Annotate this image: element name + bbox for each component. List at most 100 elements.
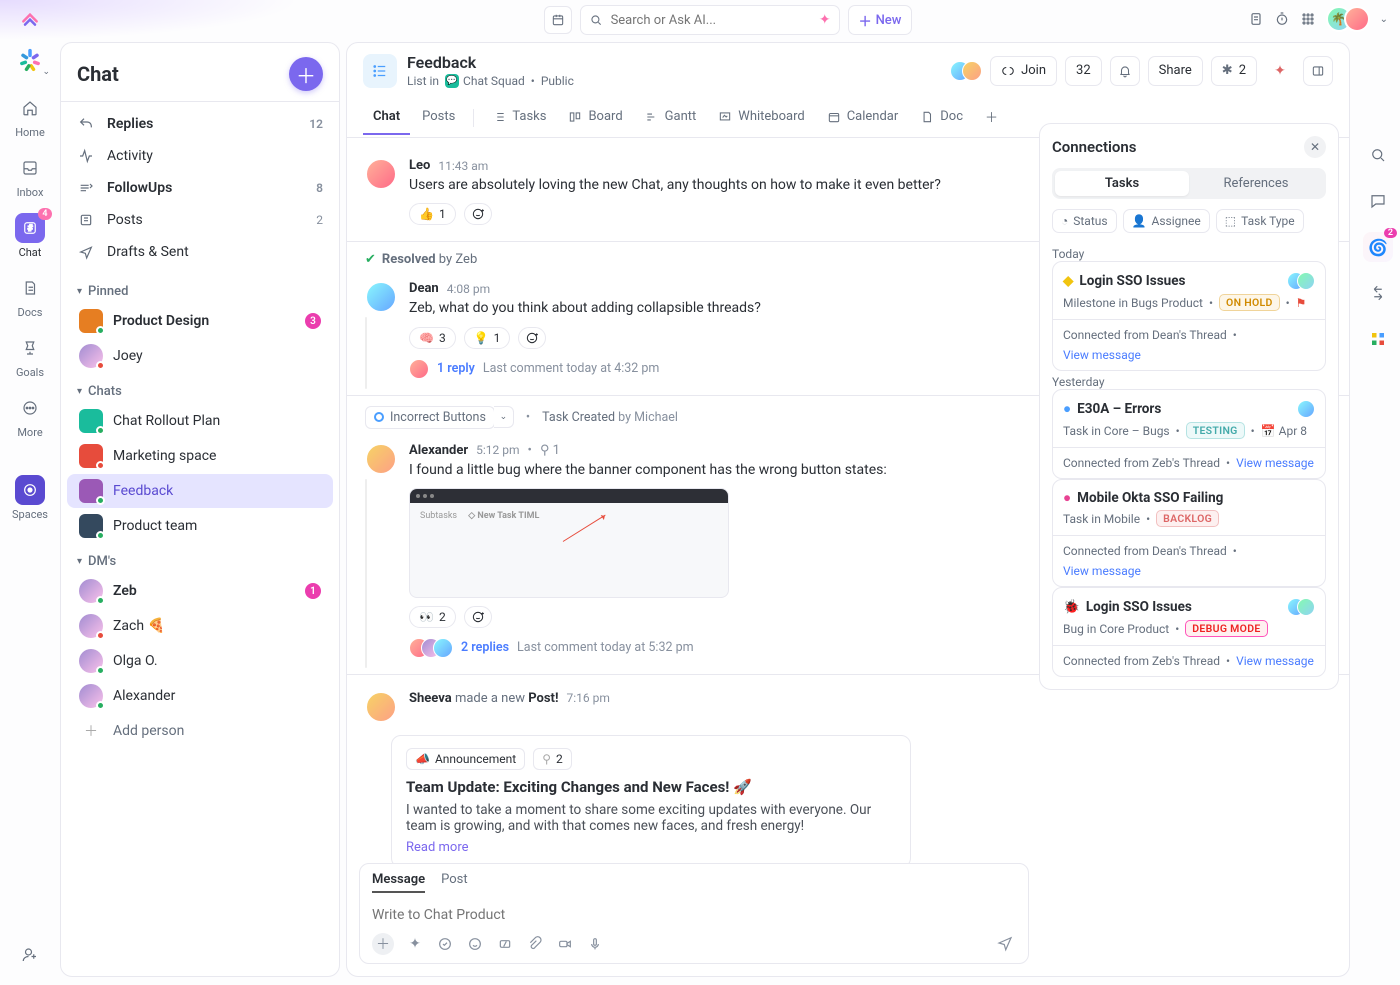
new-chat-button[interactable]: ＋ [289, 57, 323, 91]
view-tab-posts[interactable]: Posts [412, 100, 465, 135]
new-button[interactable]: ＋New [848, 5, 913, 35]
section-dms[interactable]: ▾DM's [61, 544, 339, 573]
add-reaction-icon[interactable] [464, 606, 492, 628]
rail-home[interactable]: Home [6, 86, 54, 146]
connections-tab-references[interactable]: References [1189, 171, 1323, 196]
composer-emoji-icon[interactable] [466, 935, 484, 953]
composer-tab-message[interactable]: Message [372, 872, 425, 893]
rail-goals[interactable]: Goals [6, 326, 54, 386]
view-message-link[interactable]: View message [1236, 456, 1314, 470]
assignee-avatars[interactable] [1287, 598, 1315, 616]
nav-drafts[interactable]: Drafts & Sent [61, 236, 339, 268]
filter-status[interactable]: ◔Status [1052, 209, 1117, 233]
add-reaction-icon[interactable] [518, 327, 546, 349]
ai-spark-icon[interactable]: ✦ [1265, 56, 1295, 86]
close-icon[interactable]: ✕ [1304, 136, 1326, 158]
connections-tab-tasks[interactable]: Tasks [1055, 171, 1189, 196]
nav-activity[interactable]: Activity [61, 140, 339, 172]
apps-icon[interactable] [1300, 11, 1316, 27]
composer-plus-icon[interactable]: ＋ [372, 933, 394, 955]
filter-task-type[interactable]: ⬚Task Type [1216, 209, 1304, 233]
task-chip[interactable]: Incorrect Buttons [365, 406, 495, 429]
chat-item-zeb[interactable]: Zeb1 [67, 574, 333, 608]
chat-item-product-team[interactable]: Product team [67, 509, 333, 543]
user-avatars[interactable]: 🌴 [1326, 6, 1370, 32]
add-view-button[interactable]: ＋ [975, 98, 1008, 137]
chat-item-olga-o-[interactable]: Olga O. [67, 644, 333, 678]
rail-docs[interactable]: Docs [6, 266, 54, 326]
view-tab-calendar[interactable]: Calendar [817, 100, 909, 135]
connection-card[interactable]: ●E30A – Errors Task in Core – Bugs•TESTI… [1052, 389, 1326, 479]
squad-chip[interactable]: 💬Chat Squad [445, 74, 525, 88]
add-person-button[interactable]: ＋Add person [67, 714, 333, 748]
rr-ai-icon[interactable]: 🌀 2 [1363, 232, 1393, 262]
chat-item-alexander[interactable]: Alexander [67, 679, 333, 713]
nav-followups[interactable]: FollowUps8 [61, 172, 339, 204]
post-card[interactable]: 📣Announcement⚲2Team Update: Exciting Cha… [391, 735, 911, 868]
view-tab-doc[interactable]: Doc [910, 100, 973, 135]
chevron-down-icon[interactable]: ⌄ [494, 406, 514, 428]
message-author[interactable]: Alexander [409, 443, 468, 458]
assignee-avatars[interactable] [1297, 400, 1315, 418]
rail-inbox[interactable]: Inbox [6, 146, 54, 206]
reaction[interactable]: 💡1 [464, 327, 511, 349]
avatar[interactable] [365, 158, 397, 190]
composer-mic-icon[interactable] [586, 935, 604, 953]
clickup-icon[interactable] [20, 8, 40, 28]
read-more-link[interactable]: Read more [406, 840, 469, 855]
ai-count[interactable]: ✱2 [1211, 56, 1257, 86]
nav-posts[interactable]: Posts2 [61, 204, 339, 236]
panel-toggle-icon[interactable] [1303, 56, 1333, 86]
section-chats[interactable]: ▾Chats [61, 374, 339, 403]
view-tab-whiteboard[interactable]: Whiteboard [708, 100, 814, 135]
message-author[interactable]: Leo [409, 158, 430, 173]
connection-card[interactable]: ●Mobile Okta SSO Failing Task in Mobile•… [1052, 479, 1326, 587]
search-input[interactable] [609, 12, 813, 29]
view-tab-gantt[interactable]: Gantt [635, 100, 707, 135]
chat-item-feedback[interactable]: Feedback [67, 474, 333, 508]
send-button[interactable] [996, 934, 1016, 954]
chevron-down-icon[interactable]: ⌄ [1380, 14, 1388, 25]
composer-input[interactable] [372, 899, 1016, 931]
chat-item-joey[interactable]: Joey [67, 339, 333, 373]
rr-swap-icon[interactable] [1363, 278, 1393, 308]
image-attachment[interactable]: Subtasks ◇ New Task TIML [409, 488, 729, 598]
connection-card[interactable]: ◆Login SSO Issues Milestone in Bugs Prod… [1052, 261, 1326, 371]
avatar[interactable] [365, 281, 397, 313]
nav-replies[interactable]: Replies12 [61, 108, 339, 140]
rr-comment-icon[interactable] [1363, 186, 1393, 216]
participants-avatars[interactable] [950, 61, 982, 81]
section-pinned[interactable]: ▾Pinned [61, 274, 339, 303]
clipboard-icon[interactable] [1248, 11, 1264, 27]
view-tab-tasks[interactable]: Tasks [482, 100, 556, 135]
rr-grid-icon[interactable] [1363, 324, 1393, 354]
view-tab-board[interactable]: Board [558, 100, 632, 135]
rail-more[interactable]: More [6, 386, 54, 446]
composer-slash-icon[interactable] [496, 935, 514, 953]
view-message-link[interactable]: View message [1063, 348, 1141, 362]
chat-item-product-design[interactable]: Product Design3 [67, 304, 333, 338]
join-button[interactable]: Join [990, 56, 1057, 86]
workspace-logo[interactable]: ⌄ [16, 46, 44, 74]
view-message-link[interactable]: View message [1063, 564, 1141, 578]
chat-item-zach-[interactable]: Zach 🍕 [67, 609, 333, 643]
calendar-button[interactable] [544, 6, 572, 34]
timer-icon[interactable] [1274, 11, 1290, 27]
chat-item-marketing-space[interactable]: Marketing space [67, 439, 333, 473]
member-count[interactable]: 32 [1065, 56, 1102, 86]
message-author[interactable]: Dean [409, 281, 439, 296]
chat-item-chat-rollout-plan[interactable]: Chat Rollout Plan [67, 404, 333, 438]
rr-search-icon[interactable] [1363, 140, 1393, 170]
ai-spark-icon[interactable]: ✦ [819, 12, 831, 28]
view-tab-chat[interactable]: Chat [363, 100, 410, 135]
filter-assignee[interactable]: 👤Assignee [1123, 209, 1210, 233]
connection-card[interactable]: 🐞Login SSO Issues Bug in Core Product•DE… [1052, 587, 1326, 677]
composer-video-icon[interactable] [556, 935, 574, 953]
view-message-link[interactable]: View message [1236, 654, 1314, 668]
rail-spaces[interactable]: Spaces [6, 468, 54, 528]
composer-task-icon[interactable] [436, 935, 454, 953]
reaction[interactable]: 👀2 [409, 606, 456, 628]
composer-tab-post[interactable]: Post [441, 872, 468, 893]
composer-attach-icon[interactable] [526, 935, 544, 953]
global-search[interactable]: ✦ [580, 5, 840, 35]
